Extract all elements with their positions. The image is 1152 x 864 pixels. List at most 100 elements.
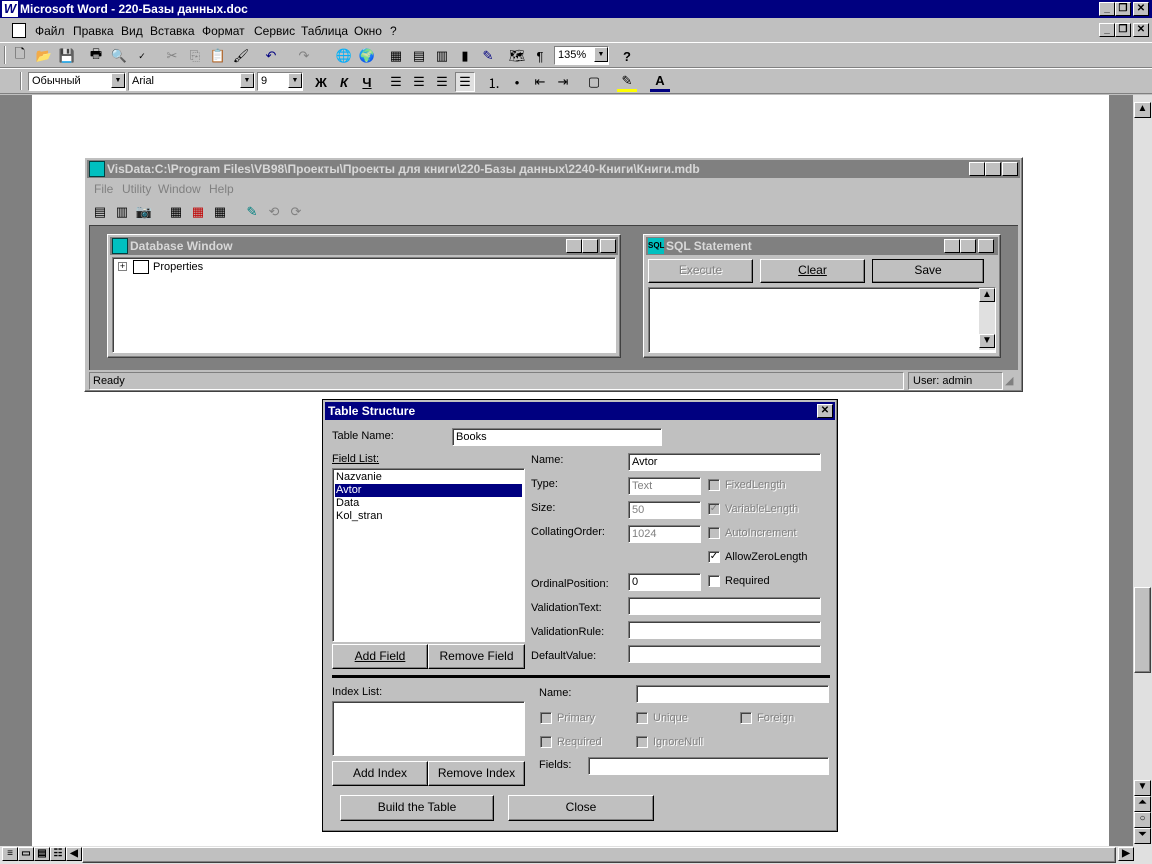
name-field[interactable]: Avtor [628,453,821,471]
document-icon[interactable] [12,23,26,38]
save-icon[interactable]: 💾 [57,46,77,66]
doc-restore-icon[interactable]: ❐ [1115,23,1131,37]
menu-table[interactable]: Таблица [301,24,348,38]
index-required-checkbox[interactable] [540,736,552,748]
chevron-down-icon[interactable]: ▼ [240,73,254,88]
scroll-down-icon[interactable]: ▼ [1134,780,1151,796]
dynaset-type-icon[interactable]: ▥ [112,202,132,222]
menu-window[interactable]: Window [158,182,201,196]
style-select[interactable]: Обычный ▼ [28,72,126,91]
size-field[interactable]: 50 [628,501,701,519]
type-field[interactable]: Text [628,477,701,495]
menu-window[interactable]: Окно [354,24,382,38]
page-view-icon[interactable]: ▤ [34,847,50,861]
columns-icon[interactable]: ▮ [455,46,475,66]
font-select[interactable]: Arial ▼ [128,72,255,91]
chevron-down-icon[interactable]: ▼ [111,73,125,88]
index-fields-field[interactable] [588,757,829,775]
list-item[interactable]: Avtor [335,484,522,497]
tables-borders-icon[interactable]: ▦ [386,46,406,66]
index-list[interactable] [332,701,525,756]
menu-utility[interactable]: Utility [122,182,151,196]
bold-button[interactable]: Ж [311,72,331,92]
menu-help[interactable]: Help [209,182,234,196]
remove-field-button[interactable]: Remove Field [428,644,525,669]
chevron-down-icon[interactable]: ▼ [594,47,608,62]
grid-icon[interactable]: ▦ [210,202,230,222]
insert-table-icon[interactable]: ▤ [409,46,429,66]
rollback-icon[interactable]: ⟲ [264,202,284,222]
scroll-right-icon[interactable]: ▶ [1118,847,1134,861]
select-browse-icon[interactable]: ○ [1134,812,1151,828]
menu-tools[interactable]: Сервис [254,24,295,38]
menu-view[interactable]: Вид [121,24,143,38]
help-icon[interactable]: ? [617,46,637,66]
commit-icon[interactable]: ⟳ [286,202,306,222]
ignore-null-checkbox[interactable] [636,736,648,748]
doc-minimize-icon[interactable]: _ [1099,23,1115,37]
close-icon[interactable]: ✕ [978,239,994,253]
properties-tree-item[interactable]: Properties [153,261,203,273]
print-icon[interactable]: 🖶 [86,46,106,66]
unique-checkbox[interactable] [636,712,648,724]
begin-transaction-icon[interactable]: ✎ [242,202,262,222]
build-table-button[interactable]: Build the Table [340,795,494,821]
minimize-icon[interactable]: _ [1099,2,1115,16]
execute-button[interactable]: Execute [648,259,753,283]
format-painter-icon[interactable]: 🖌 [231,46,251,66]
decrease-indent-icon[interactable]: ⇤ [530,72,550,92]
spelling-icon[interactable]: ✓ [132,46,152,66]
increase-indent-icon[interactable]: ⇥ [553,72,573,92]
align-center-icon[interactable]: ☰ [409,72,429,92]
scroll-up-icon[interactable]: ▲ [1134,102,1151,118]
restore-icon[interactable]: ❐ [1115,2,1131,16]
undo-icon[interactable]: ↶ [261,46,281,66]
menu-file[interactable]: File [94,182,113,196]
font-color-icon[interactable]: A [650,72,670,92]
redo-icon[interactable]: ↷ [294,46,314,66]
maximize-icon[interactable]: □ [985,162,1001,176]
menu-format[interactable]: Формат [202,24,245,38]
drawing-icon[interactable]: ✎ [478,46,498,66]
maximize-icon[interactable]: □ [960,239,976,253]
normal-view-icon[interactable]: ≡ [2,847,18,861]
table-type-icon[interactable]: ▤ [90,202,110,222]
expand-icon[interactable]: + [118,262,127,271]
web-toolbar-icon[interactable]: 🌍 [357,46,377,66]
collating-order-field[interactable]: 1024 [628,525,701,543]
copy-icon[interactable]: ⎘ [185,46,205,66]
horizontal-scrollbar[interactable]: ≡ ▭ ▤ ☷ ◀ ▶ [0,846,1152,864]
save-button[interactable]: Save [872,259,984,283]
scroll-down-icon[interactable]: ▼ [979,334,995,348]
required-checkbox[interactable] [708,575,720,587]
minimize-icon[interactable]: _ [566,239,582,253]
size-select[interactable]: 9 ▼ [257,72,303,91]
new-icon[interactable]: 🗋 [10,46,30,66]
list-item[interactable]: Data [335,497,522,510]
field-list[interactable]: Nazvanie Avtor Data Kol_stran [332,468,525,642]
primary-checkbox[interactable] [540,712,552,724]
close-icon[interactable]: ✕ [1133,2,1149,16]
list-item[interactable]: Nazvanie [335,471,522,484]
sql-textarea[interactable]: ▲ ▼ [648,287,996,353]
cut-icon[interactable]: ✂ [162,46,182,66]
minimize-icon[interactable]: _ [969,162,985,176]
menu-help[interactable]: ? [390,24,397,38]
close-icon[interactable]: ✕ [1002,162,1018,176]
bullets-icon[interactable]: • [507,72,527,92]
align-right-icon[interactable]: ☰ [432,72,452,92]
auto-increment-checkbox[interactable] [708,527,720,539]
add-index-button[interactable]: Add Index [332,761,428,786]
variable-length-checkbox[interactable]: ✓ [708,503,720,515]
snapshot-type-icon[interactable]: 📷 [134,202,154,222]
scroll-up-icon[interactable]: ▲ [979,288,995,302]
italic-button[interactable]: К [334,72,354,92]
no-data-control-icon[interactable]: ▦ [188,202,208,222]
menu-edit[interactable]: Правка [73,24,114,38]
default-value-field[interactable] [628,645,821,663]
allow-zero-length-checkbox[interactable]: ✓ [708,551,720,563]
justify-icon[interactable]: ☰ [455,72,475,92]
print-preview-icon[interactable]: 🔍 [109,46,129,66]
document-map-icon[interactable]: 🗺 [507,46,527,66]
paste-icon[interactable]: 📋 [208,46,228,66]
